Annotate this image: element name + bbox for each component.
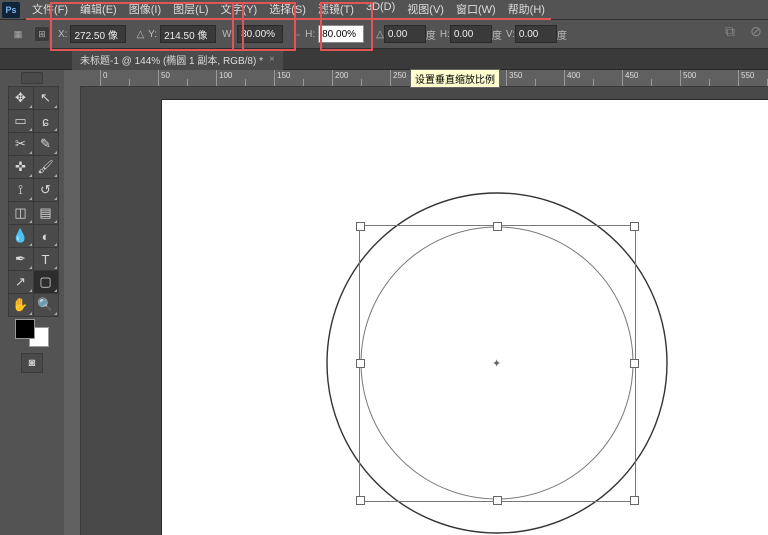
menu-view[interactable]: 视图(V) <box>401 0 450 20</box>
app-logo: Ps <box>2 2 20 18</box>
menu-window[interactable]: 窗口(W) <box>450 0 502 20</box>
vskew-input[interactable] <box>515 25 557 43</box>
tooltip: 设置垂直缩放比例 <box>410 69 500 88</box>
rightside-icons: ⧉ ⊘ <box>722 23 764 39</box>
options-bar: ▦ ⊞ X: △ Y: W: ⇔ H: △ 度 H: 度 V: 度 ⧉ ⊘ <box>0 20 768 49</box>
close-tab-icon[interactable]: × <box>269 54 275 65</box>
handle-bl[interactable] <box>356 496 365 505</box>
tool-hand[interactable]: ✋ <box>8 293 34 317</box>
handle-tl[interactable] <box>356 222 365 231</box>
tool-eraser[interactable]: ◫ <box>8 201 34 225</box>
tool-crop[interactable]: ✂ <box>8 132 34 156</box>
menu-filter[interactable]: 滤镜(T) <box>312 0 360 20</box>
link-wh-icon[interactable]: ⇔ <box>289 26 305 42</box>
tool-dodge[interactable]: ◐ <box>33 224 59 248</box>
share-icon[interactable]: ⧉ <box>722 23 738 39</box>
vskew-unit: 度 <box>557 27 567 42</box>
tool-lasso[interactable]: ɕ <box>33 109 59 133</box>
ruler-tick <box>158 70 159 86</box>
menu-image[interactable]: 图像(I) <box>123 0 167 20</box>
ruler-tick <box>100 70 101 86</box>
tool-stamp[interactable]: ⟟ <box>8 178 34 202</box>
artboard: ✦ <box>162 100 768 535</box>
tool-eyedrop[interactable]: ✎ <box>33 132 59 156</box>
document-title: 未标题-1 @ 144% (椭圆 1 副本, RGB/8) * <box>80 52 263 67</box>
menu-file[interactable]: 文件(F) <box>26 0 74 20</box>
document-canvas[interactable]: ✦ <box>80 86 768 535</box>
rotate-input[interactable] <box>384 25 426 43</box>
transform-box[interactable]: ✦ <box>359 225 636 502</box>
vskew-label: V: <box>506 29 515 40</box>
rotate-unit: 度 <box>426 27 436 42</box>
reference-point-icon[interactable]: ⊞ <box>34 26 50 42</box>
tool-history[interactable]: ↺ <box>33 178 59 202</box>
x-label: X: <box>58 29 67 40</box>
handle-mr[interactable] <box>630 359 639 368</box>
tools-grip[interactable] <box>21 72 43 84</box>
h-label: H: <box>305 29 315 40</box>
anchor-icon[interactable]: ▦ <box>10 26 26 42</box>
handle-bc[interactable] <box>493 496 502 505</box>
menu-bar: Ps 文件(F) 编辑(E) 图像(I) 图层(L) 文字(Y) 选择(S) 滤… <box>0 0 768 20</box>
delta-icon[interactable]: △ <box>136 29 144 40</box>
tool-shape[interactable]: ▢ <box>33 270 59 294</box>
menu-items: 文件(F) 编辑(E) 图像(I) 图层(L) 文字(Y) 选择(S) 滤镜(T… <box>26 0 551 20</box>
menu-3d[interactable]: 3D(D) <box>360 0 401 20</box>
handle-tr[interactable] <box>630 222 639 231</box>
y-input[interactable] <box>160 25 216 43</box>
ruler-tick <box>390 70 391 86</box>
foreground-swatch[interactable] <box>15 319 35 339</box>
center-point-icon: ✦ <box>492 357 501 370</box>
tool-brush[interactable]: 🖌 <box>33 155 59 179</box>
menu-layer[interactable]: 图层(L) <box>167 0 214 20</box>
ruler-tick <box>332 70 333 86</box>
h-input[interactable] <box>318 25 364 43</box>
hskew-unit: 度 <box>492 27 502 42</box>
x-input[interactable] <box>70 25 126 43</box>
handle-tc[interactable] <box>493 222 502 231</box>
w-input[interactable] <box>237 25 283 43</box>
document-tab[interactable]: 未标题-1 @ 144% (椭圆 1 副本, RGB/8) * × <box>72 49 283 70</box>
canvas-area: 设置垂直缩放比例 ✦ <box>64 70 768 535</box>
horizontal-ruler[interactable]: 设置垂直缩放比例 <box>80 70 768 87</box>
ruler-tick <box>738 70 739 86</box>
tool-pen[interactable]: ✒ <box>8 247 34 271</box>
tool-blur[interactable]: 💧 <box>8 224 34 248</box>
ruler-tick <box>564 70 565 86</box>
rotate-icon: △ <box>376 29 384 40</box>
menu-edit[interactable]: 编辑(E) <box>74 0 123 20</box>
ruler-tick <box>216 70 217 86</box>
ruler-tick <box>680 70 681 86</box>
tool-marquee[interactable]: ▭ <box>8 109 34 133</box>
color-swatches[interactable] <box>15 319 49 347</box>
document-tab-bar: 未标题-1 @ 144% (椭圆 1 副本, RGB/8) * × <box>0 49 768 70</box>
hskew-label: H: <box>440 29 450 40</box>
tool-move[interactable]: ✥ <box>8 86 34 110</box>
ruler-tick <box>506 70 507 86</box>
menu-select[interactable]: 选择(S) <box>263 0 312 20</box>
menu-help[interactable]: 帮助(H) <box>502 0 551 20</box>
w-label: W: <box>222 29 234 40</box>
tool-path[interactable]: ↗ <box>8 270 34 294</box>
y-label: Y: <box>148 29 157 40</box>
handle-ml[interactable] <box>356 359 365 368</box>
ruler-tick <box>622 70 623 86</box>
vertical-ruler[interactable] <box>64 70 81 535</box>
hskew-input[interactable] <box>450 25 492 43</box>
cancel-icon[interactable]: ⊘ <box>748 23 764 39</box>
handle-br[interactable] <box>630 496 639 505</box>
quickmask-icon[interactable]: ◙ <box>21 353 43 373</box>
tool-heal[interactable]: ✜ <box>8 155 34 179</box>
tool-type[interactable]: T <box>33 247 59 271</box>
tools-panel: ✥↖▭ɕ✂✎✜🖌⟟↺◫▤💧◐✒T↗▢✋🔍 ◙ <box>0 70 64 535</box>
tool-zoom[interactable]: 🔍 <box>33 293 59 317</box>
menu-type[interactable]: 文字(Y) <box>215 0 264 20</box>
ruler-tick <box>274 70 275 86</box>
tool-select[interactable]: ↖ <box>33 86 59 110</box>
tool-gradient[interactable]: ▤ <box>33 201 59 225</box>
